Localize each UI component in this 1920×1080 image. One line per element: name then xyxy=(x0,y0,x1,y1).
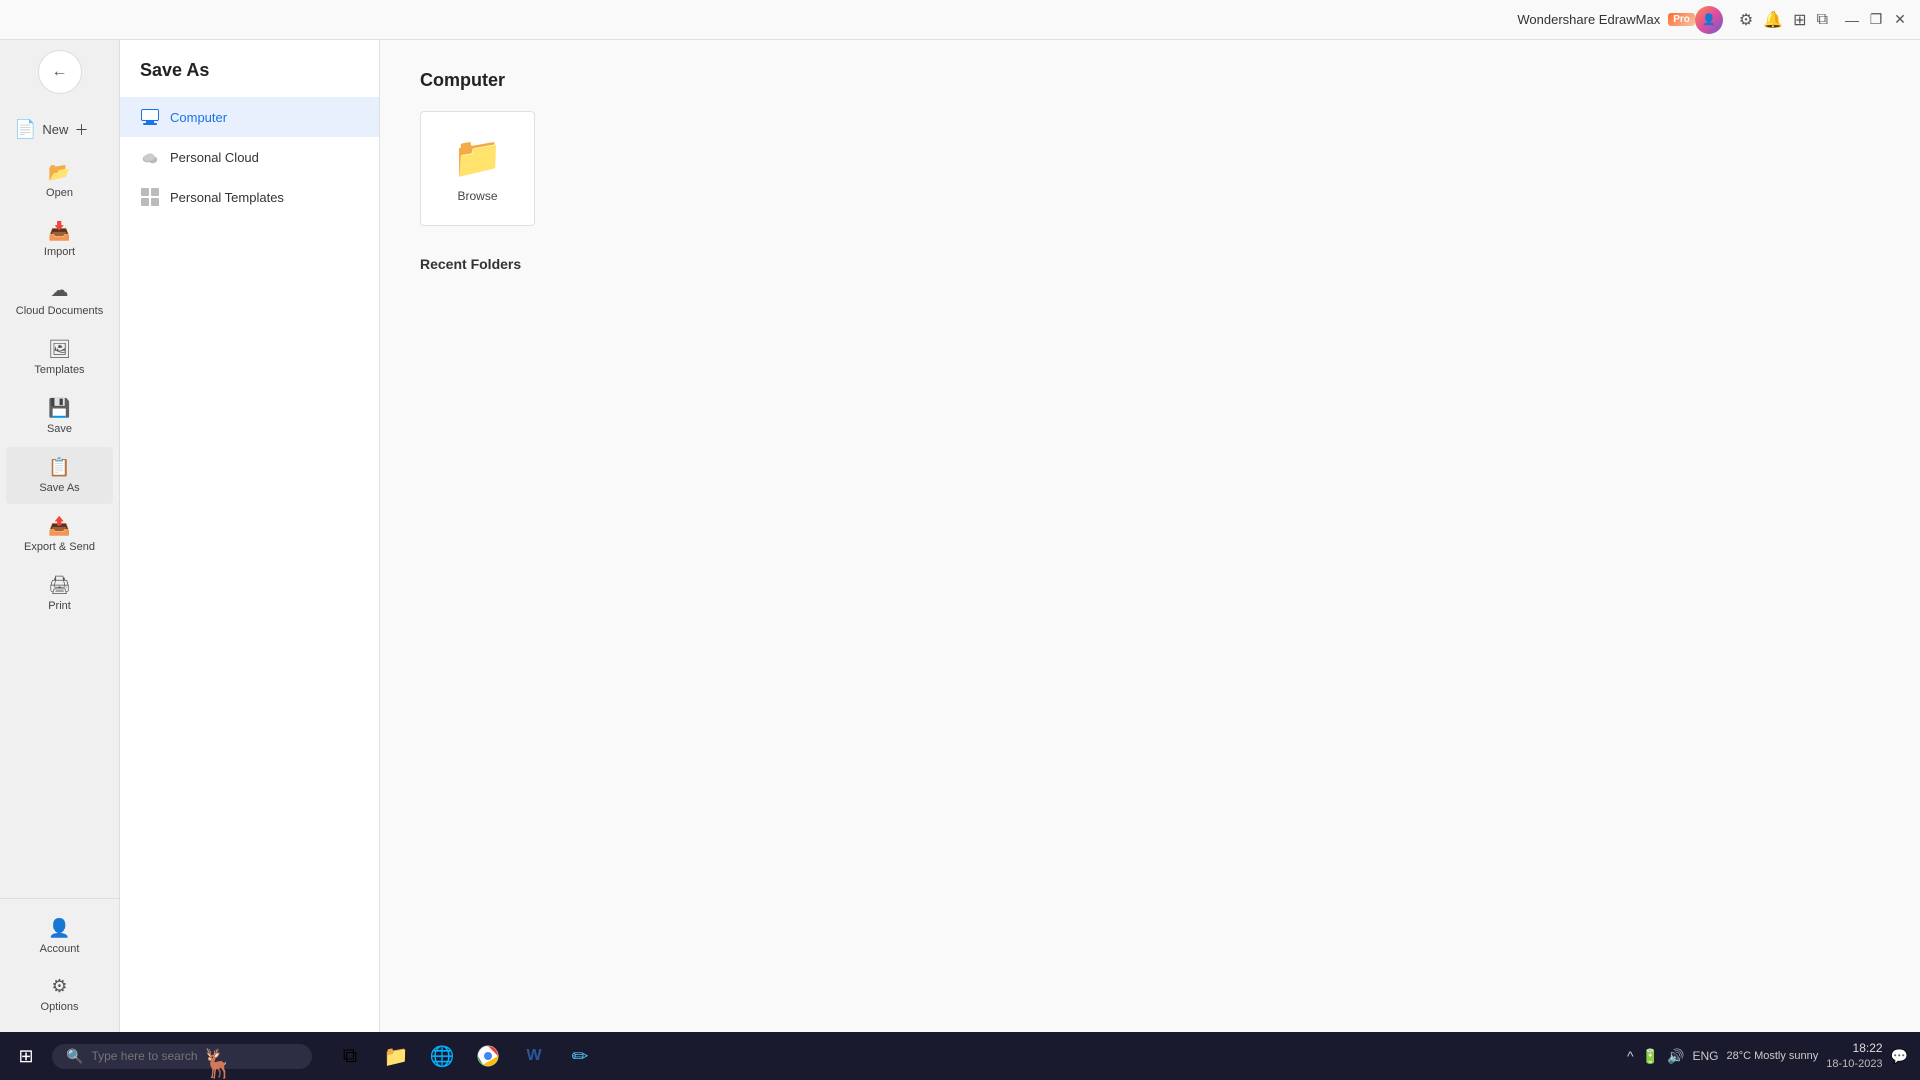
taskbar-app-taskview[interactable]: ⧉ xyxy=(328,1034,372,1078)
taskbar-app-edge[interactable]: 🌐 xyxy=(420,1034,464,1078)
nav-item-save-label: Save xyxy=(47,423,72,435)
open-icon: 📂 xyxy=(48,162,70,183)
templates-icon: 🖼 xyxy=(48,339,71,360)
taskbar-right: ^ 🔋 🔊 ENG 28°C Mostly sunny 18:22 18-10-… xyxy=(1627,1040,1920,1072)
taskbar-app-explorer[interactable]: 📁 xyxy=(374,1034,418,1078)
saveas-icon: 📋 xyxy=(48,457,70,478)
save-as-templates-label: Personal Templates xyxy=(170,190,284,205)
folder-icon: 📁 xyxy=(453,134,503,181)
nav-item-export-label: Export & Send xyxy=(24,541,95,553)
weather-label: 28°C Mostly sunny xyxy=(1726,1050,1818,1062)
volume-icon[interactable]: 🔊 xyxy=(1667,1048,1684,1065)
nav-item-export[interactable]: 📤 Export & Send xyxy=(6,506,113,563)
nav-item-new[interactable]: 📄 New ＋ xyxy=(6,109,113,150)
layers-icon[interactable]: ⧉ xyxy=(1817,11,1828,29)
plus-icon: ＋ xyxy=(74,120,88,140)
nav-item-save[interactable]: 💾 Save xyxy=(6,388,113,445)
recent-folders-title: Recent Folders xyxy=(420,256,1880,272)
back-button[interactable]: ← xyxy=(38,50,82,94)
save-as-computer[interactable]: Computer xyxy=(120,97,379,137)
taskbar-clock: 18:22 18-10-2023 xyxy=(1826,1040,1882,1072)
save-as-personal-templates[interactable]: Personal Templates xyxy=(120,177,379,217)
nav-items: 📄 New ＋ 📂 Open 📥 Import ☁ Cloud Document… xyxy=(0,104,119,898)
nav-item-account-label: Account xyxy=(40,943,80,955)
start-icon: ⊞ xyxy=(18,1046,33,1067)
save-as-title: Save As xyxy=(120,60,379,97)
account-icon: 👤 xyxy=(48,918,70,939)
close-button[interactable]: ✕ xyxy=(1892,12,1908,28)
pro-badge: Pro xyxy=(1668,13,1695,26)
print-icon: 🖨 xyxy=(48,575,71,596)
nav-item-options-label: Options xyxy=(41,1001,79,1013)
new-icon: 📄 xyxy=(14,119,36,140)
save-icon: 💾 xyxy=(48,398,70,419)
save-as-panel: Save As Computer xyxy=(120,40,380,1032)
save-as-personal-cloud[interactable]: Personal Cloud xyxy=(120,137,379,177)
taskbar-search[interactable]: 🔍 xyxy=(52,1044,312,1069)
taskbar-app-chrome[interactable] xyxy=(466,1034,510,1078)
restore-button[interactable]: ❐ xyxy=(1868,12,1884,28)
minimize-button[interactable]: — xyxy=(1844,12,1860,28)
chevron-up-icon[interactable]: ^ xyxy=(1627,1048,1634,1064)
window-controls[interactable]: — ❐ ✕ xyxy=(1844,12,1908,28)
cloud-icon: ☁ xyxy=(51,280,69,301)
nav-item-options[interactable]: ⚙ Options xyxy=(12,966,107,1023)
browse-label: Browse xyxy=(457,189,497,203)
apps-icon[interactable]: ⊞ xyxy=(1793,10,1806,30)
notification-icon[interactable]: 💬 xyxy=(1891,1048,1908,1065)
nav-item-print[interactable]: 🖨 Print xyxy=(6,565,113,622)
time-label: 18:22 xyxy=(1826,1040,1882,1057)
left-nav: ← 📄 New ＋ 📂 Open 📥 Import ☁ Cloud Docume… xyxy=(0,40,120,1032)
options-icon: ⚙ xyxy=(51,976,67,997)
nav-item-open[interactable]: 📂 Open xyxy=(6,152,113,209)
nav-bottom: 👤 Account ⚙ Options xyxy=(0,898,119,1032)
date-label: 18-10-2023 xyxy=(1826,1057,1882,1072)
taskbar-app-edrawmax[interactable]: ✏ xyxy=(558,1034,602,1078)
save-as-cloud-label: Personal Cloud xyxy=(170,150,259,165)
nav-item-new-label: New xyxy=(42,122,68,137)
nav-item-account[interactable]: 👤 Account xyxy=(12,908,107,965)
bell-icon[interactable]: 🔔 xyxy=(1763,10,1783,30)
nav-item-saveas-label: Save As xyxy=(39,482,79,494)
computer-icon xyxy=(140,107,160,127)
taskbar-app-word[interactable]: W xyxy=(512,1034,556,1078)
nav-item-cloud[interactable]: ☁ Cloud Documents xyxy=(6,270,113,327)
templates-option-icon xyxy=(140,187,160,207)
app-body: ← 📄 New ＋ 📂 Open 📥 Import ☁ Cloud Docume… xyxy=(0,40,1920,1032)
title-bar: Wondershare EdrawMax Pro 👤 ⚙ 🔔 ⊞ ⧉ — ❐ ✕ xyxy=(0,0,1920,40)
toolbar-icons: ⚙ 🔔 ⊞ ⧉ xyxy=(1739,10,1828,30)
app-name: Wondershare EdrawMax xyxy=(1517,12,1660,27)
taskbar: ⊞ 🔍 ⧉ 📁 🌐 W ✏ 🦌 ^ 🔋 🔊 ENG 28°C Mostly s xyxy=(0,1032,1920,1080)
cloud-option-icon xyxy=(140,147,160,167)
taskbar-apps: ⧉ 📁 🌐 W ✏ xyxy=(328,1034,602,1078)
nav-item-import-label: Import xyxy=(44,246,75,258)
battery-icon: 🔋 xyxy=(1642,1048,1659,1065)
lang-label: ENG xyxy=(1692,1049,1718,1063)
main-section-title: Computer xyxy=(420,70,1880,91)
taskbar-left: ⊞ 🔍 xyxy=(0,1034,312,1078)
nav-item-cloud-label: Cloud Documents xyxy=(16,305,103,317)
nav-item-import[interactable]: 📥 Import xyxy=(6,211,113,268)
browse-card[interactable]: 📁 Browse xyxy=(420,111,535,226)
nav-item-templates-label: Templates xyxy=(34,364,84,376)
start-button[interactable]: ⊞ xyxy=(4,1034,48,1078)
nav-item-open-label: Open xyxy=(46,187,73,199)
taskbar-animal: 🦌 xyxy=(200,1047,235,1080)
app-title-area: Wondershare EdrawMax Pro xyxy=(1517,12,1695,27)
settings-icon[interactable]: ⚙ xyxy=(1739,10,1753,30)
nav-item-saveas[interactable]: 📋 Save As xyxy=(6,447,113,504)
nav-item-templates[interactable]: 🖼 Templates xyxy=(6,329,113,386)
main-content: Computer 📁 Browse Recent Folders xyxy=(380,40,1920,1032)
import-icon: 📥 xyxy=(48,221,70,242)
avatar[interactable]: 👤 xyxy=(1695,6,1723,34)
export-icon: 📤 xyxy=(48,516,70,537)
save-as-computer-label: Computer xyxy=(170,110,227,125)
search-input[interactable] xyxy=(91,1049,291,1063)
nav-item-print-label: Print xyxy=(48,600,71,612)
save-as-options: Computer Personal Cloud xyxy=(120,97,379,217)
taskbar-search-icon: 🔍 xyxy=(66,1048,83,1065)
